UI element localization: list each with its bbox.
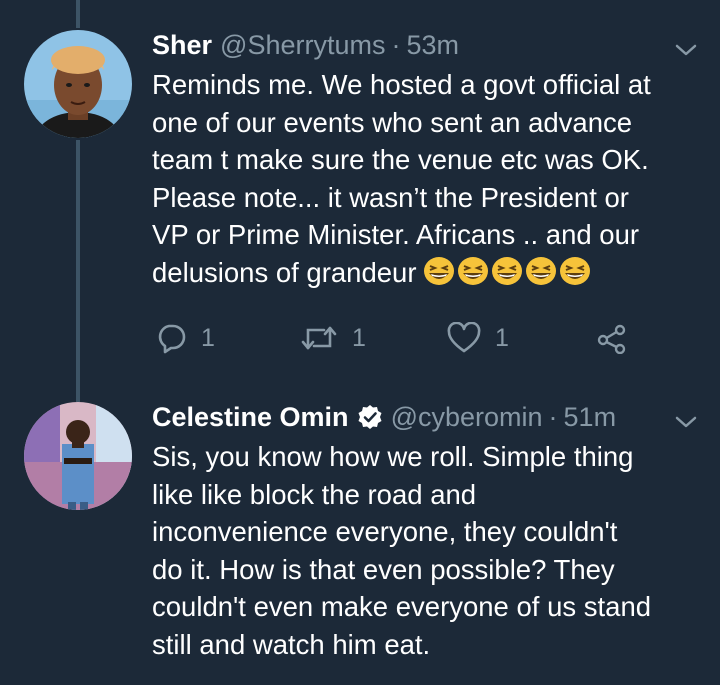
tweet-line: do it. How is that even possible? They <box>152 553 615 585</box>
tweet-line: still and watch him eat. <box>152 628 431 660</box>
tweet-line: like like block the road and <box>152 478 477 510</box>
grinning-squinting-face-icon <box>423 256 454 285</box>
tweet-sher[interactable]: Sher @Sherrytums · 53m Reminds me. We ho… <box>0 0 720 370</box>
avatar[interactable] <box>24 30 132 138</box>
tweet-line: VP or Prime Minister. Africans .. and ou… <box>152 219 640 250</box>
chevron-down-icon[interactable] <box>674 414 698 430</box>
tweet-line: team t make sure the venue etc was OK. <box>152 144 649 175</box>
tweet-line: delusions of grandeur <box>152 256 417 288</box>
author-handle[interactable]: @Sherrytums <box>220 28 385 62</box>
grinning-squinting-face-icon <box>457 256 488 285</box>
timestamp[interactable]: 53m <box>406 28 459 62</box>
tweet-text: Reminds me. We hosted a govt official at… <box>152 66 700 291</box>
author-handle[interactable]: @cyberomin <box>391 400 543 434</box>
like-button[interactable]: 1 <box>447 322 509 354</box>
avatar[interactable] <box>24 402 132 510</box>
reply-count: 1 <box>201 323 215 352</box>
retweet-button[interactable]: 1 <box>300 322 366 354</box>
share-icon <box>597 324 626 354</box>
grinning-squinting-face-icon <box>525 256 556 285</box>
retweet-icon <box>301 326 337 350</box>
author-name[interactable]: Sher <box>152 28 212 62</box>
tweet-line: one of our events who sent an advance <box>152 106 633 138</box>
reply-icon <box>158 324 186 354</box>
tweet-line: Please note... it wasn’t the President o… <box>152 181 629 213</box>
like-count: 1 <box>495 323 509 352</box>
tweet-line: inconvenience everyone, they couldn't <box>152 516 618 547</box>
tweet-header: Celestine Omin @cyberomin · 51m <box>152 400 700 434</box>
tweet-line: couldn't even make everyone of us stand <box>152 591 652 622</box>
timestamp[interactable]: 51m <box>564 400 617 434</box>
grinning-squinting-face-icon <box>559 256 590 285</box>
heart-icon <box>447 322 481 353</box>
separator-dot: · <box>548 402 558 432</box>
grinning-squinting-face-icon <box>491 256 522 285</box>
verified-badge-icon <box>358 405 382 429</box>
tweet-line: Reminds me. We hosted a govt official at <box>152 69 651 100</box>
reply-button[interactable]: 1 <box>155 322 215 354</box>
author-name[interactable]: Celestine Omin <box>152 400 349 434</box>
tweet-content: Celestine Omin @cyberomin · 51m Sis, you… <box>152 400 700 663</box>
chevron-down-icon[interactable] <box>674 42 698 58</box>
tweet-header: Sher @Sherrytums · 53m <box>152 28 700 62</box>
retweet-count: 1 <box>352 323 366 352</box>
share-button[interactable] <box>596 322 642 354</box>
tweet-celestine[interactable]: Celestine Omin @cyberomin · 51m Sis, you… <box>0 380 720 685</box>
tweet-text: Sis, you know how we roll. Simple thing … <box>152 438 700 663</box>
tweet-content: Sher @Sherrytums · 53m Reminds me. We ho… <box>152 28 700 291</box>
emoji-row <box>423 256 593 286</box>
separator-dot: · <box>391 30 401 60</box>
tweet-line: Sis, you know how we roll. Simple thing <box>152 441 634 472</box>
